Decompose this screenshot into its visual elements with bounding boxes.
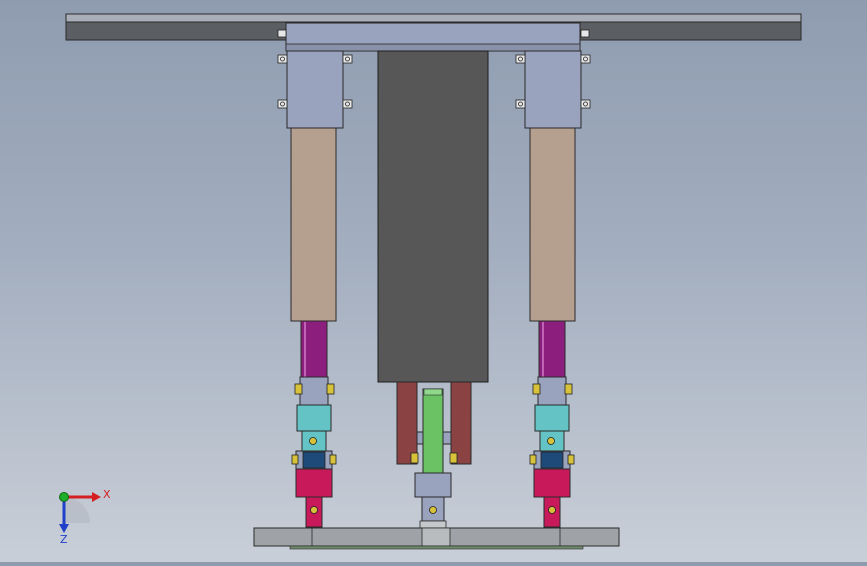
left-ujoint-block bbox=[296, 404, 332, 432]
axis-triad[interactable]: X Z bbox=[59, 488, 111, 546]
right-joint-base bbox=[533, 468, 571, 498]
left-cylinder-body bbox=[290, 127, 337, 322]
screw-cap bbox=[423, 388, 443, 396]
center-lead-screw bbox=[422, 388, 444, 474]
left-joint-base bbox=[295, 468, 333, 498]
motor-housing bbox=[377, 50, 489, 383]
top-bracket-bar bbox=[285, 22, 581, 52]
cad-viewport[interactable]: X Z bbox=[0, 0, 867, 562]
y-axis-dot bbox=[59, 492, 69, 502]
z-axis-label: Z bbox=[60, 533, 68, 546]
right-cylinder-body bbox=[529, 127, 576, 322]
center-pivot bbox=[414, 472, 452, 529]
right-ujoint-block bbox=[534, 404, 570, 432]
x-axis-label: X bbox=[103, 488, 111, 501]
base-plate bbox=[253, 527, 620, 550]
left-actuator bbox=[290, 127, 337, 528]
right-actuator bbox=[529, 127, 576, 528]
